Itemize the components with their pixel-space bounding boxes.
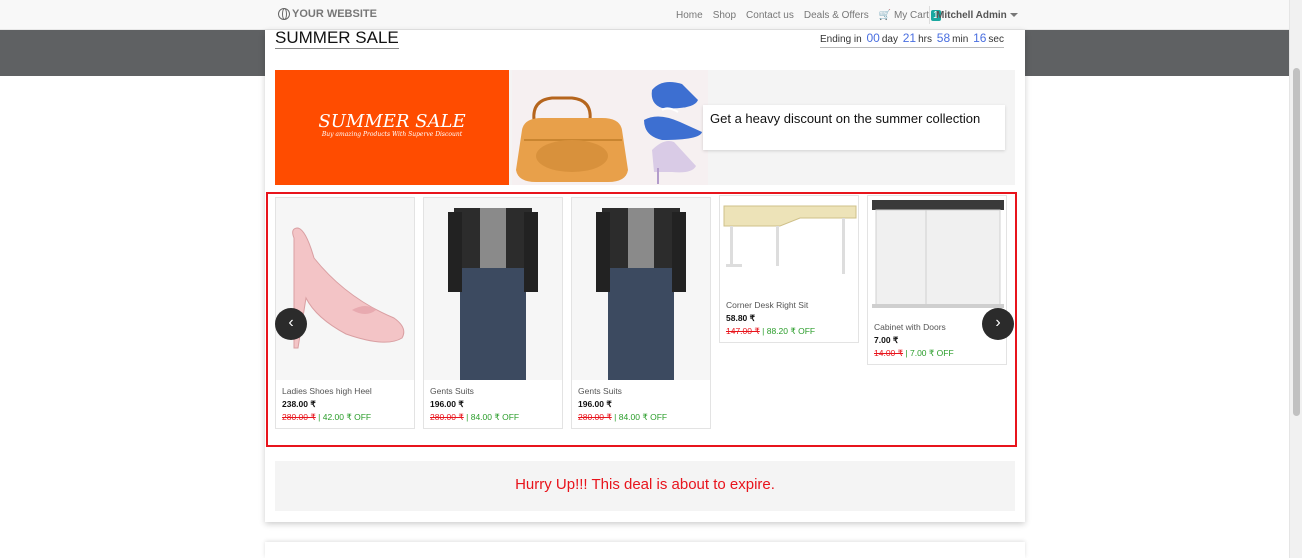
product-old-price: 280.00 ₹ <box>430 412 464 422</box>
user-name: Mitchell Admin <box>936 10 1007 21</box>
product-card[interactable]: Cabinet with Doors 7.00 ₹ 14.00 ₹ | 7.00… <box>867 195 1007 365</box>
product-price: 196.00 ₹ <box>430 399 464 409</box>
product-image <box>868 196 1006 316</box>
product-discount: | 7.00 ₹ OFF <box>905 348 954 358</box>
countdown-days-label: day <box>881 34 898 45</box>
scrollbar-thumb[interactable] <box>1293 68 1300 416</box>
product-card[interactable]: Gents Suits 196.00 ₹ 280.00 ₹ | 84.00 ₹ … <box>571 197 711 429</box>
product-image <box>276 198 414 380</box>
product-name[interactable]: Gents Suits <box>578 385 704 398</box>
next-section-card <box>265 542 1025 558</box>
product-old-price: 147.00 ₹ <box>726 326 760 336</box>
countdown-minutes: 58 <box>936 31 951 45</box>
product-discount: | 84.00 ₹ OFF <box>614 412 668 422</box>
user-menu[interactable]: Mitchell Admin <box>936 10 1018 21</box>
nav-deals[interactable]: Deals & Offers <box>804 10 869 21</box>
page-scrollbar[interactable] <box>1289 0 1302 558</box>
chevron-right-icon: › <box>995 314 1001 331</box>
banner-caption: Get a heavy discount on the summer colle… <box>703 105 1005 150</box>
banner-sale-panel: SUMMER SALE Buy amazing Products With Su… <box>275 70 509 185</box>
banner-headline: SUMMER SALE <box>318 111 466 132</box>
globe-icon <box>278 8 290 20</box>
product-old-price: 280.00 ₹ <box>578 412 612 422</box>
nav-cart[interactable]: 🛒 My Cart 1 <box>879 10 941 21</box>
countdown-hours-label: hrs <box>918 34 933 45</box>
product-discount: | 88.20 ₹ OFF <box>762 326 816 336</box>
product-discount: | 84.00 ₹ OFF <box>466 412 520 422</box>
chevron-left-icon: ‹ <box>288 314 294 331</box>
product-price: 196.00 ₹ <box>578 399 612 409</box>
carousel-next-button[interactable]: › <box>982 308 1014 340</box>
product-carousel: Ladies Shoes high Heel 238.00 ₹ 280.00 ₹… <box>266 192 1017 447</box>
countdown-seconds: 16 <box>973 31 987 45</box>
cart-icon: 🛒 <box>878 10 892 21</box>
banner-tagline: Buy amazing Products With Superve Discou… <box>321 131 463 138</box>
product-price: 238.00 ₹ <box>282 399 316 409</box>
nav-shop[interactable]: Shop <box>713 10 736 21</box>
logo-text: YOUR WEBSITE <box>292 8 377 20</box>
countdown-days: 00 <box>866 31 880 45</box>
countdown-timer: Ending in 00 day 21 hrs 58 min 16 sec <box>820 31 1004 48</box>
product-price: 58.80 ₹ <box>726 313 756 323</box>
product-name[interactable]: Corner Desk Right Sit <box>726 299 852 312</box>
product-image <box>720 196 858 294</box>
nav-contact[interactable]: Contact us <box>746 10 794 21</box>
caret-down-icon <box>1009 13 1018 18</box>
carousel-prev-button[interactable]: ‹ <box>275 308 307 340</box>
deal-section: SUMMER SALE Ending in 00 day 21 hrs 58 min … <box>265 28 1025 522</box>
countdown-prefix: Ending in <box>820 34 862 45</box>
handbag-shoes-illustration <box>516 82 702 184</box>
product-card[interactable]: Corner Desk Right Sit 58.80 ₹ 147.00 ₹ |… <box>719 195 859 343</box>
site-logo[interactable]: YOUR WEBSITE <box>278 8 377 20</box>
top-navbar: YOUR WEBSITE Home Shop Contact us Deals … <box>0 0 1289 30</box>
banner-product-image <box>512 70 708 185</box>
product-old-price: 280.00 ₹ <box>282 412 316 422</box>
countdown-minutes-label: min <box>952 34 969 45</box>
cabinet-with-doors-image <box>872 200 1004 308</box>
product-card[interactable]: Gents Suits 196.00 ₹ 280.00 ₹ | 84.00 ₹ … <box>423 197 563 429</box>
product-image <box>424 198 562 380</box>
countdown-hours: 21 <box>902 31 917 45</box>
nav-links: Home Shop Contact us Deals & Offers 🛒 My… <box>676 10 941 21</box>
promo-banner: SUMMER SALE Buy amazing Products With Su… <box>275 70 1015 185</box>
pink-heel-shoe-image <box>292 227 405 349</box>
cart-label: My Cart <box>893 10 929 21</box>
deal-expiry-message: Hurry Up!!! This deal is about to expire… <box>275 461 1015 511</box>
product-image <box>572 198 710 380</box>
page-title: SUMMER SALE <box>275 28 399 49</box>
gents-suit-image <box>596 208 686 380</box>
product-name[interactable]: Gents Suits <box>430 385 556 398</box>
countdown-seconds-label: sec <box>988 34 1004 45</box>
product-discount: | 42.00 ₹ OFF <box>318 412 372 422</box>
product-old-price: 14.00 ₹ <box>874 348 904 358</box>
gents-suit-image <box>448 208 538 380</box>
corner-desk-image <box>723 205 857 274</box>
nav-divider <box>929 6 930 24</box>
product-name[interactable]: Ladies Shoes high Heel <box>282 385 408 398</box>
nav-home[interactable]: Home <box>676 10 703 21</box>
product-price: 7.00 ₹ <box>874 335 899 345</box>
